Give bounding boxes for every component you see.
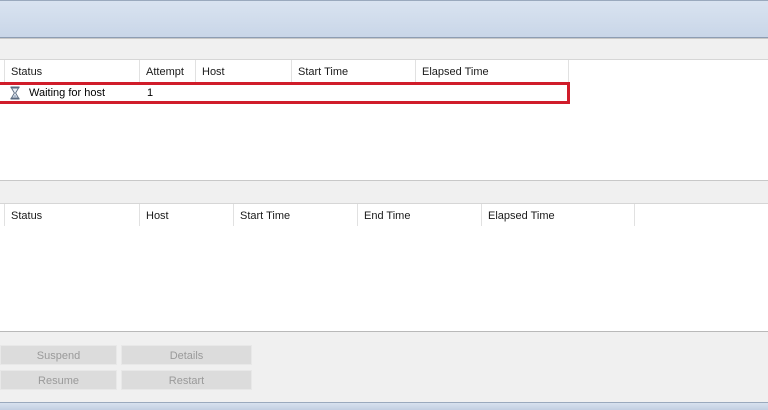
current-attempt-section-bar bbox=[0, 38, 768, 60]
job-status-window: Status Attempt Host Start Time Elapsed T… bbox=[0, 0, 768, 410]
details-button[interactable]: Details bbox=[121, 345, 252, 365]
column-header-start-time[interactable]: Start Time bbox=[234, 204, 358, 226]
resume-button[interactable]: Resume bbox=[0, 370, 117, 390]
attempt-history-header: Status Host Start Time End Time Elapsed … bbox=[0, 204, 768, 226]
row-highlight-annotation bbox=[0, 82, 570, 104]
attempt-history-grid: Status Host Start Time End Time Elapsed … bbox=[0, 204, 768, 332]
column-header-host[interactable]: Host bbox=[196, 60, 292, 82]
column-header-start-time[interactable]: Start Time bbox=[292, 60, 416, 82]
column-divider bbox=[4, 204, 5, 226]
column-divider bbox=[4, 60, 5, 82]
action-button-panel: Suspend Details Resume Restart bbox=[0, 332, 768, 402]
column-header-status[interactable]: Status bbox=[5, 204, 140, 226]
column-header-attempt[interactable]: Attempt bbox=[140, 60, 196, 82]
suspend-button[interactable]: Suspend bbox=[0, 345, 117, 365]
restart-button[interactable]: Restart bbox=[121, 370, 252, 390]
column-header-end-time[interactable]: End Time bbox=[358, 204, 482, 226]
history-section-bar bbox=[0, 180, 768, 204]
window-bottom-border bbox=[0, 402, 768, 410]
current-attempts-grid: Status Attempt Host Start Time Elapsed T… bbox=[0, 60, 768, 180]
window-title-bar bbox=[0, 0, 768, 38]
column-header-elapsed-time[interactable]: Elapsed Time bbox=[416, 60, 569, 82]
column-header-host[interactable]: Host bbox=[140, 204, 234, 226]
column-header-status[interactable]: Status bbox=[5, 60, 140, 82]
current-attempts-header: Status Attempt Host Start Time Elapsed T… bbox=[0, 60, 768, 82]
column-header-elapsed-time[interactable]: Elapsed Time bbox=[482, 204, 635, 226]
